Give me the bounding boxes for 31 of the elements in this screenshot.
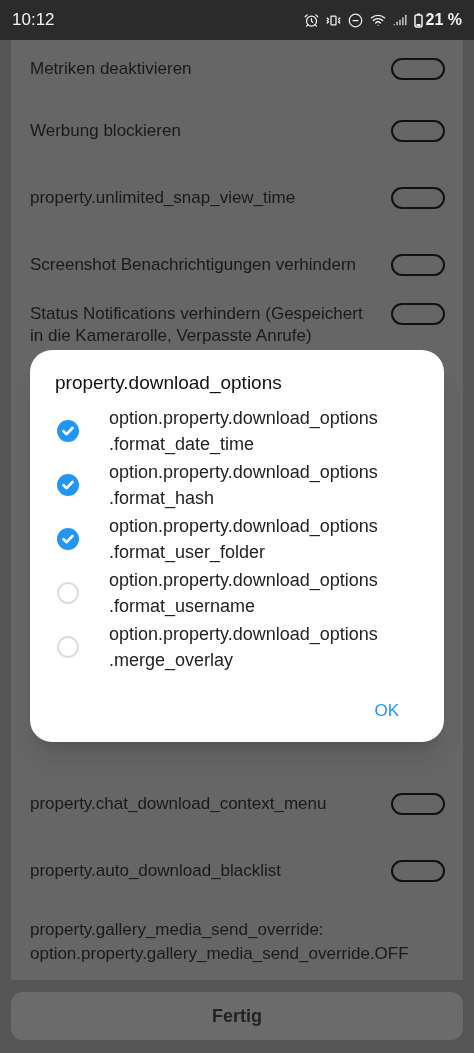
- checked-checkbox[interactable]: [57, 474, 79, 496]
- toggle-switch[interactable]: [391, 57, 445, 80]
- wifi-icon: [369, 12, 386, 28]
- toggle-switch[interactable]: [391, 859, 445, 882]
- vibrate-icon: [325, 12, 341, 28]
- status-time: 10:12: [12, 9, 55, 32]
- battery-icon: [413, 12, 423, 28]
- checked-checkbox[interactable]: [57, 528, 79, 550]
- setting-value: option.property.gallery_media_send_override.OFF: [30, 943, 410, 965]
- unchecked-checkbox[interactable]: [57, 582, 79, 604]
- setting-label: property.chat_download_context_menu: [30, 792, 327, 815]
- battery-level: 21 %: [425, 10, 462, 30]
- option-label[interactable]: option.property.download_options .merge_overlay: [109, 621, 378, 673]
- setting-label: property.unlimited_snap_view_time: [30, 186, 296, 209]
- setting-label: Screenshot Benachrichtigungen verhindern: [30, 253, 357, 276]
- setting-label: property.gallery_media_send_override:: [30, 919, 325, 941]
- toggle-switch[interactable]: [391, 303, 445, 325]
- setting-label: Werbung blockieren: [30, 119, 181, 142]
- setting-label: Metriken deaktivieren: [30, 57, 192, 80]
- do-not-disturb-icon: [347, 12, 363, 28]
- checked-checkbox[interactable]: [57, 420, 79, 442]
- setting-label: property.auto_download_blacklist: [30, 859, 282, 882]
- toggle-switch[interactable]: [391, 792, 445, 815]
- toggle-switch[interactable]: [391, 186, 445, 209]
- dialog-title: property.download_options: [55, 371, 283, 396]
- signal-icon: [392, 13, 407, 27]
- unchecked-checkbox[interactable]: [57, 636, 79, 658]
- toggle-switch[interactable]: [391, 119, 445, 142]
- alarm-icon: [303, 12, 319, 28]
- setting-label: Status Notifications verhindern (Gespeichert in die Kamerarolle, Verpasste Anrufe): [30, 303, 364, 347]
- toggle-switch[interactable]: [391, 253, 445, 276]
